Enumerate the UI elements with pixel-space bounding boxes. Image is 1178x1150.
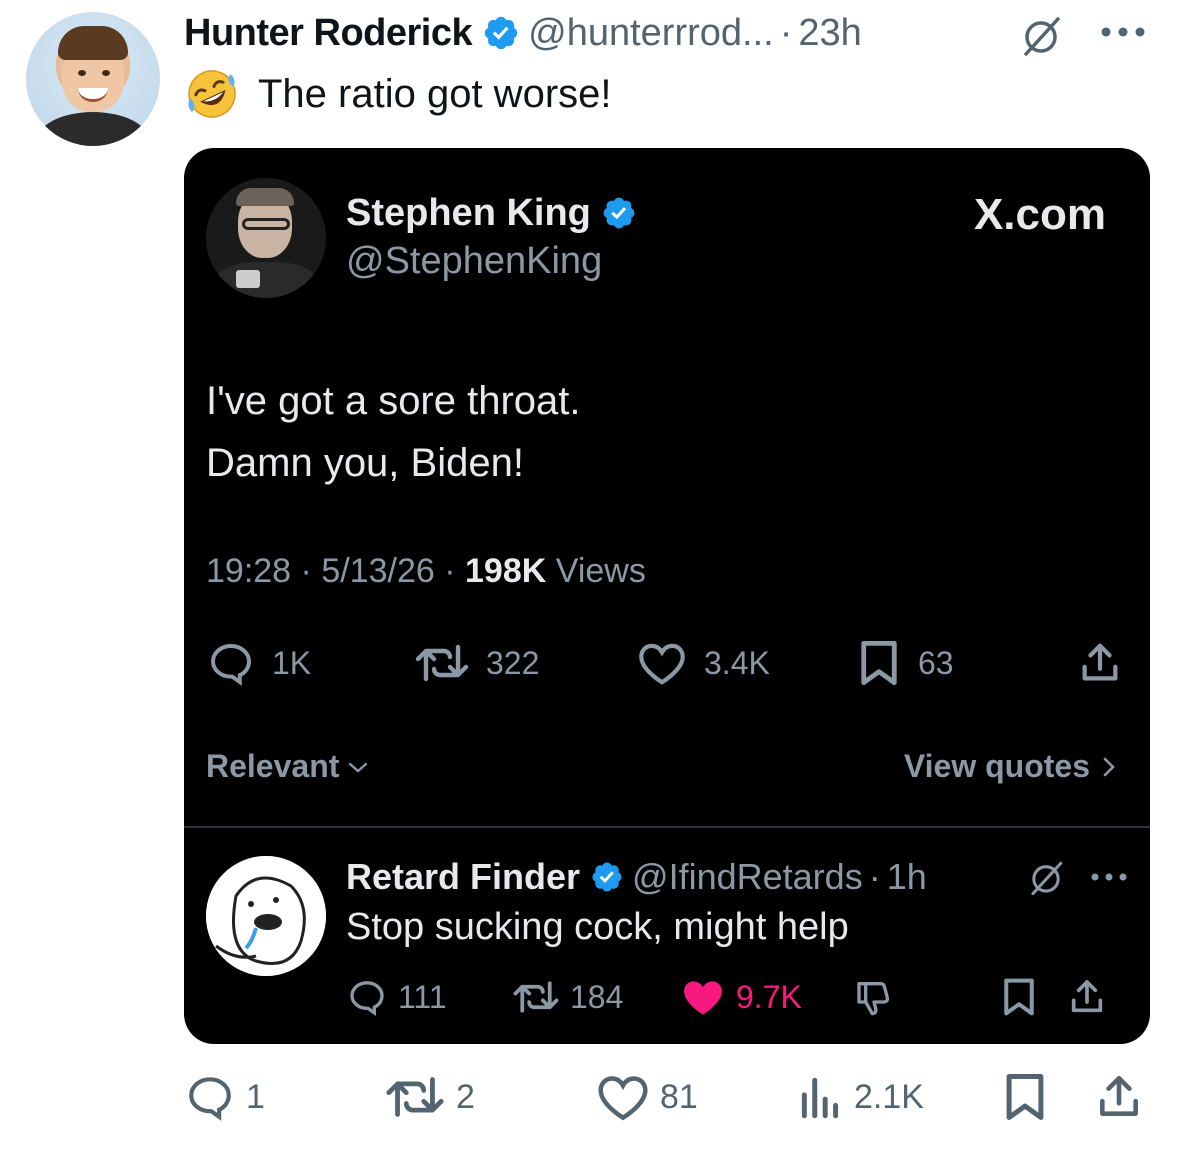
reply-avatar[interactable] [206, 856, 326, 976]
embedded-share-button[interactable] [1078, 638, 1138, 688]
embedded-meta: 19:28 · 5/13/26 · 198K Views [206, 552, 646, 590]
embedded-bookmark-button[interactable]: 63 [856, 638, 954, 688]
heart-icon [598, 1076, 648, 1121]
rofl-emoji [188, 70, 236, 118]
author-handle[interactable]: @hunterrrod... [528, 12, 774, 55]
reply-dislike-button[interactable] [854, 974, 904, 1020]
chevron-right-icon [1103, 757, 1115, 776]
reply-icon [350, 981, 384, 1017]
reply-header: Retard Finder @IfindRetards · 1h [346, 852, 927, 902]
tweet-header: Hunter Roderick @hunterrrod... · 23h [184, 8, 862, 58]
view-quotes-link[interactable]: View quotes [904, 748, 1120, 785]
embedded-avatar[interactable] [206, 178, 326, 298]
embedded-actions: 1K 322 3.4K 63 [206, 638, 1126, 688]
reply-icon [189, 1077, 231, 1121]
tweet-text-content: The ratio got worse! [258, 71, 612, 116]
retweet-icon [513, 981, 559, 1013]
more-icon[interactable] [1090, 872, 1128, 882]
separator: · [779, 11, 793, 54]
separator: · [868, 856, 881, 897]
share-icon [1082, 643, 1118, 681]
author-name[interactable]: Hunter Roderick [184, 12, 473, 55]
reply-retweet-button[interactable]: 184 [512, 974, 623, 1020]
grok-icon[interactable] [1018, 16, 1064, 56]
tweet[interactable]: Hunter Roderick @hunterrrod... · 23h The [0, 0, 1178, 1150]
views-icon [801, 1077, 839, 1119]
chevron-down-icon [349, 762, 368, 773]
share-button[interactable] [1096, 1070, 1152, 1124]
reply-actions: 111 184 9.7K [346, 974, 1136, 1020]
embedded-reply-button[interactable]: 1K [206, 638, 311, 688]
embedded-author-name[interactable]: Stephen King [346, 188, 645, 238]
verified-badge-icon [484, 16, 518, 50]
reply-reply-button[interactable]: 111 [346, 974, 447, 1020]
heart-icon [639, 643, 685, 685]
retweet-button[interactable]: 2 [384, 1070, 475, 1124]
retweet-icon [415, 644, 469, 682]
bookmark-icon [861, 640, 897, 686]
reply-button[interactable]: 1 [184, 1070, 265, 1124]
reply-bookmark-button[interactable] [1000, 974, 1048, 1020]
verified-badge-icon [603, 197, 635, 229]
tweet-text: The ratio got worse! [186, 68, 612, 120]
reply-share-button[interactable] [1068, 974, 1116, 1020]
bookmark-icon [1006, 1074, 1044, 1120]
reply-author-handle[interactable]: @IfindRetards [632, 856, 863, 898]
divider [184, 826, 1150, 828]
share-icon [1100, 1075, 1138, 1116]
bookmark-icon [1004, 978, 1034, 1016]
grok-icon[interactable] [1026, 860, 1066, 896]
like-button[interactable]: 81 [596, 1070, 698, 1124]
retweet-icon [386, 1077, 444, 1117]
views-button[interactable]: 2.1K [798, 1070, 924, 1124]
tweet-actions: 1 2 81 2.1K [184, 1070, 1150, 1124]
heart-icon [684, 981, 722, 1015]
embedded-author-handle[interactable]: @StephenKing [346, 240, 602, 283]
reply-timestamp[interactable]: 1h [887, 856, 927, 898]
share-icon [1071, 980, 1103, 1013]
embedded-retweet-button[interactable]: 322 [414, 638, 539, 688]
verified-badge-icon [592, 862, 622, 892]
reply-text: Stop sucking cock, might help [346, 906, 849, 948]
more-icon[interactable] [1100, 26, 1146, 38]
embedded-like-button[interactable]: 3.4K [636, 638, 770, 688]
embedded-tweet-text: I've got a sore throat. Damn you, Biden! [206, 379, 581, 485]
reply-icon [210, 643, 252, 686]
views-count: 198K [465, 552, 547, 590]
timestamp[interactable]: 23h [798, 12, 861, 55]
bookmark-button[interactable] [1002, 1070, 1058, 1124]
reply-author-name[interactable]: Retard Finder [346, 856, 580, 898]
embedded-tweet-card[interactable]: Stephen King @StephenKing X.com I've got… [184, 148, 1150, 1044]
sort-dropdown[interactable]: Relevant [206, 748, 371, 785]
dislike-icon [857, 982, 890, 1016]
site-label: X.com [973, 190, 1106, 239]
reply-like-button[interactable]: 9.7K [680, 974, 802, 1020]
avatar[interactable] [26, 12, 160, 146]
